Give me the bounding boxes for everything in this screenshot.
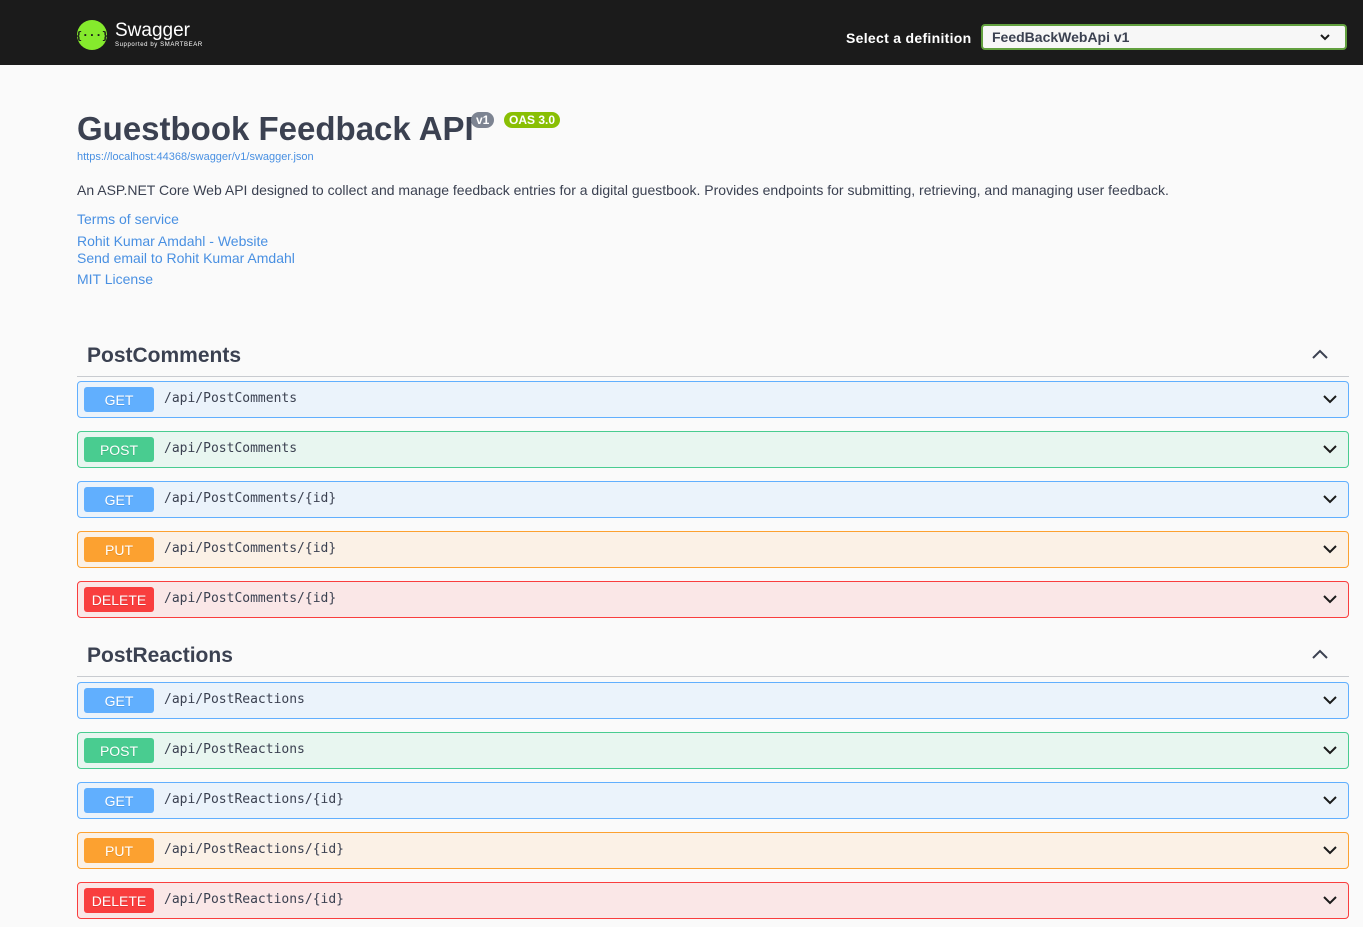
logo-name: Swagger bbox=[115, 20, 190, 41]
chevron-down-icon[interactable] bbox=[1322, 794, 1338, 806]
operation-path: /api/PostReactions bbox=[164, 742, 305, 757]
chevron-down-icon[interactable] bbox=[1322, 543, 1338, 555]
chevron-down-icon[interactable] bbox=[1322, 593, 1338, 605]
definition-select-value: FeedBackWebApi v1 bbox=[992, 29, 1130, 45]
version-badge: v1 bbox=[471, 112, 495, 128]
method-badge: PUT bbox=[84, 537, 154, 562]
chevron-down-icon[interactable] bbox=[1322, 393, 1338, 405]
spec-url-link[interactable]: https://localhost:44368/swagger/v1/swagg… bbox=[77, 151, 314, 163]
method-badge: DELETE bbox=[84, 888, 154, 913]
operation-path: /api/PostReactions/{id} bbox=[164, 892, 345, 907]
method-badge: GET bbox=[84, 387, 154, 412]
chevron-up-icon[interactable] bbox=[1311, 647, 1329, 661]
operation-row[interactable]: GET /api/PostComments bbox=[77, 381, 1349, 418]
method-badge: GET bbox=[84, 487, 154, 512]
section-header-postcomments[interactable]: PostComments bbox=[77, 333, 1349, 377]
chevron-up-icon[interactable] bbox=[1311, 347, 1329, 361]
operation-path: /api/PostReactions/{id} bbox=[164, 842, 345, 857]
chevron-down-icon[interactable] bbox=[1322, 894, 1338, 906]
chevron-down-icon bbox=[1320, 34, 1330, 41]
method-badge: GET bbox=[84, 788, 154, 813]
method-badge: POST bbox=[84, 738, 154, 763]
section-header-postreactions[interactable]: PostReactions bbox=[77, 633, 1349, 677]
chevron-down-icon[interactable] bbox=[1322, 744, 1338, 756]
operation-row[interactable]: GET /api/PostReactions/{id} bbox=[77, 782, 1349, 819]
method-badge: DELETE bbox=[84, 587, 154, 612]
operation-path: /api/PostComments/{id} bbox=[164, 591, 337, 606]
top-bar: {···} Swagger Supported by SMARTBEAR Sel… bbox=[0, 0, 1363, 65]
operation-row[interactable]: DELETE /api/PostReactions/{id} bbox=[77, 882, 1349, 919]
operation-row[interactable]: GET /api/PostComments/{id} bbox=[77, 481, 1349, 518]
api-title: Guestbook Feedback API bbox=[77, 110, 474, 147]
chevron-down-icon[interactable] bbox=[1322, 844, 1338, 856]
method-badge: POST bbox=[84, 437, 154, 462]
chevron-down-icon[interactable] bbox=[1322, 443, 1338, 455]
contact-email-link[interactable]: Send email to Rohit Kumar Amdahl bbox=[77, 250, 295, 266]
operation-row[interactable]: GET /api/PostReactions bbox=[77, 682, 1349, 719]
operation-row[interactable]: PUT /api/PostComments/{id} bbox=[77, 531, 1349, 568]
operation-row[interactable]: DELETE /api/PostComments/{id} bbox=[77, 581, 1349, 618]
swagger-logo[interactable]: {···} Swagger Supported by SMARTBEAR bbox=[75, 20, 203, 50]
section-title: PostComments bbox=[87, 344, 242, 367]
operation-path: /api/PostReactions/{id} bbox=[164, 792, 345, 807]
license-link[interactable]: MIT License bbox=[77, 271, 153, 287]
definition-select[interactable]: FeedBackWebApi v1 bbox=[981, 24, 1347, 50]
terms-of-service-link[interactable]: Terms of service bbox=[77, 211, 179, 227]
contact-website-link[interactable]: Rohit Kumar Amdahl - Website bbox=[77, 233, 268, 249]
operation-path: /api/PostComments bbox=[164, 441, 298, 456]
operation-path: /api/PostComments bbox=[164, 391, 298, 406]
definition-label: Select a definition bbox=[846, 30, 972, 46]
operation-path: /api/PostComments/{id} bbox=[164, 491, 337, 506]
operation-row[interactable]: POST /api/PostReactions bbox=[77, 732, 1349, 769]
oas-badge: OAS 3.0 bbox=[504, 112, 561, 128]
logo-text: Swagger Supported by SMARTBEAR bbox=[115, 21, 203, 49]
api-description: An ASP.NET Core Web API designed to coll… bbox=[77, 182, 1169, 198]
chevron-down-icon[interactable] bbox=[1322, 694, 1338, 706]
operation-row[interactable]: POST /api/PostComments bbox=[77, 431, 1349, 468]
operation-path: /api/PostComments/{id} bbox=[164, 541, 337, 556]
operation-row[interactable]: PUT /api/PostReactions/{id} bbox=[77, 832, 1349, 869]
method-badge: PUT bbox=[84, 838, 154, 863]
logo-subtitle: Supported by SMARTBEAR bbox=[115, 42, 203, 48]
method-badge: GET bbox=[84, 688, 154, 713]
swagger-logo-icon: {···} bbox=[75, 20, 109, 50]
operation-path: /api/PostReactions bbox=[164, 692, 305, 707]
section-title: PostReactions bbox=[87, 644, 233, 667]
chevron-down-icon[interactable] bbox=[1322, 493, 1338, 505]
